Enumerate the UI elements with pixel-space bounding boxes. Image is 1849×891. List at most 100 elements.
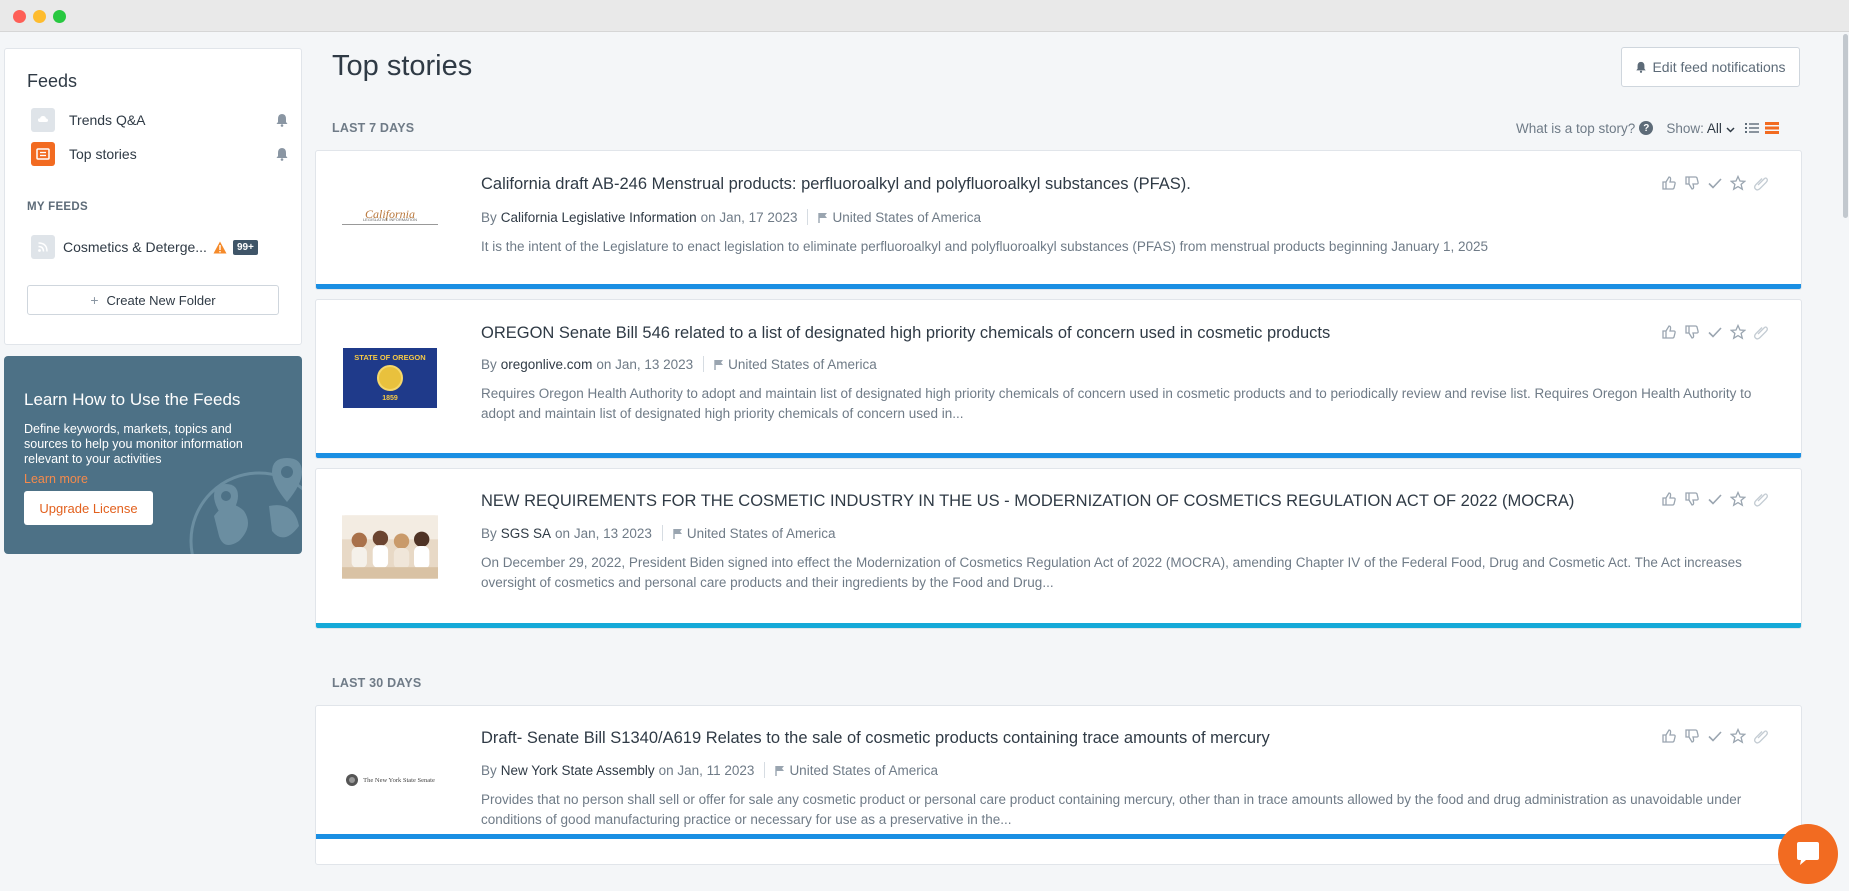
story-actions — [1661, 175, 1769, 191]
story-country: United States of America — [686, 525, 836, 541]
attach-icon[interactable] — [1753, 491, 1769, 507]
thumbs-up-icon[interactable] — [1661, 491, 1677, 507]
list-toolbar: What is a top story? ? Show: All — [1516, 119, 1779, 137]
plus-icon: + — [90, 292, 99, 308]
minimize-window-button[interactable] — [33, 10, 46, 23]
sidebar-item-label: Top stories — [69, 146, 137, 162]
cosmetics-photo-image — [342, 515, 438, 579]
star-icon[interactable] — [1730, 491, 1746, 507]
main-scrollbar[interactable] — [1843, 34, 1848, 218]
sidebar-item-trends-qa[interactable]: Trends Q&A — [31, 107, 289, 133]
expanded-list-view-icon[interactable] — [1764, 122, 1779, 134]
show-value: All — [1706, 120, 1722, 136]
attach-icon[interactable] — [1753, 324, 1769, 340]
story-accent-bar — [316, 834, 1801, 839]
flag-icon — [673, 528, 682, 539]
star-icon[interactable] — [1730, 728, 1746, 744]
story-meta: By New York State Assembly on Jan, 11 20… — [481, 762, 938, 778]
ny-senate-logo-text: The New York State Senate — [363, 776, 435, 784]
attach-icon[interactable] — [1753, 728, 1769, 744]
learn-more-link[interactable]: Learn more — [24, 472, 88, 486]
help-icon[interactable]: ? — [1639, 121, 1654, 135]
story-meta: By California Legislative Information on… — [481, 209, 981, 225]
story-card[interactable]: STATE OF OREGON 1859 OREGON Senate Bill … — [315, 299, 1802, 459]
thumbs-down-icon[interactable] — [1684, 491, 1700, 507]
star-icon[interactable] — [1730, 175, 1746, 191]
sidebar-item-cosmetics-detergents[interactable]: Cosmetics & Deterge... 99+ — [31, 234, 289, 260]
by-label: By — [481, 209, 497, 225]
promo-title: Learn How to Use the Feeds — [24, 390, 241, 409]
ny-senate-seal-icon — [346, 774, 359, 786]
story-source-link[interactable]: oregonlive.com — [501, 357, 593, 372]
chat-widget-button[interactable] — [1778, 824, 1838, 884]
story-title[interactable]: NEW REQUIREMENTS FOR THE COSMETIC INDUST… — [481, 492, 1574, 511]
thumbs-up-icon[interactable] — [1661, 175, 1677, 191]
attach-icon[interactable] — [1753, 175, 1769, 191]
thumbs-up-icon[interactable] — [1661, 324, 1677, 340]
story-card[interactable]: The New York State Senate Draft- Senate … — [315, 705, 1802, 865]
story-title[interactable]: California draft AB-246 Menstrual produc… — [481, 175, 1191, 194]
thumbs-down-icon[interactable] — [1684, 324, 1700, 340]
oregon-logo-text: STATE OF OREGON — [354, 353, 426, 362]
story-meta: By oregonlive.com on Jan, 13 2023 United… — [481, 356, 877, 372]
story-actions — [1661, 491, 1769, 507]
story-thumbnail: California LEGISLATIVE INFORMATION — [342, 201, 438, 229]
story-source-link[interactable]: SGS SA — [501, 526, 551, 541]
thumbs-down-icon[interactable] — [1684, 728, 1700, 744]
edit-feed-notifications-label: Edit feed notifications — [1652, 59, 1786, 75]
story-title[interactable]: OREGON Senate Bill 546 related to a list… — [481, 324, 1330, 343]
sidebar-item-top-stories[interactable]: Top stories — [31, 141, 289, 167]
close-window-button[interactable] — [13, 10, 26, 23]
star-icon[interactable] — [1730, 324, 1746, 340]
compact-list-view-icon[interactable] — [1744, 122, 1759, 134]
story-snippet: Provides that no person shall sell or of… — [481, 792, 1742, 827]
meta-divider — [661, 525, 663, 541]
story-accent-bar — [316, 623, 1801, 628]
story-date: on Jan, 13 2023 — [596, 356, 694, 372]
edit-feed-notifications-button[interactable]: Edit feed notifications — [1621, 47, 1800, 87]
story-date: on Jan, 11 2023 — [658, 762, 755, 778]
story-card[interactable]: NEW REQUIREMENTS FOR THE COSMETIC INDUST… — [315, 468, 1802, 629]
what-is-top-story-link[interactable]: What is a top story? — [1516, 121, 1635, 136]
story-source-link[interactable]: California Legislative Information — [501, 210, 697, 225]
story-date: on Jan, 13 2023 — [555, 525, 652, 541]
show-label: Show: — [1666, 120, 1704, 136]
check-icon[interactable] — [1707, 175, 1723, 191]
flag-icon — [818, 212, 828, 223]
oregon-logo-year: 1859 — [382, 395, 398, 402]
check-icon[interactable] — [1707, 728, 1723, 744]
check-icon[interactable] — [1707, 491, 1723, 507]
meta-divider — [764, 762, 766, 778]
story-country: United States of America — [728, 356, 877, 372]
story-meta: By SGS SA on Jan, 13 2023 United States … — [481, 525, 835, 541]
maximize-window-button[interactable] — [53, 10, 66, 23]
promo-description: Define keywords, markets, topics and sou… — [24, 422, 243, 466]
story-card[interactable]: California LEGISLATIVE INFORMATION Calif… — [315, 150, 1802, 290]
section-label-last-30-days: LAST 30 DAYS — [332, 676, 422, 690]
story-source-link[interactable]: New York State Assembly — [501, 763, 655, 778]
section-label-last-7-days: LAST 7 DAYS — [332, 121, 415, 135]
create-new-folder-button[interactable]: + Create New Folder — [27, 285, 279, 315]
top-stories-icon — [31, 142, 55, 166]
promo-card: Learn How to Use the Feeds Define keywor… — [4, 356, 302, 554]
flag-icon — [775, 765, 785, 776]
by-label: By — [481, 525, 497, 541]
my-feeds-heading: MY FEEDS — [27, 201, 88, 213]
story-title[interactable]: Draft- Senate Bill S1340/A619 Relates to… — [481, 729, 1270, 748]
feeds-sidebar: Feeds Trends Q&A Top stories MY FEEDS Co… — [4, 48, 302, 345]
bell-icon[interactable] — [275, 113, 289, 127]
sidebar-item-label: Trends Q&A — [69, 112, 146, 128]
unread-count-badge: 99+ — [232, 239, 258, 255]
create-new-folder-label: Create New Folder — [106, 292, 216, 308]
bell-icon[interactable] — [275, 147, 289, 161]
show-filter-dropdown[interactable]: Show: All — [1666, 120, 1735, 136]
thumbs-down-icon[interactable] — [1684, 175, 1700, 191]
story-thumbnail — [342, 514, 438, 580]
upgrade-license-button[interactable]: Upgrade License — [24, 491, 153, 525]
story-date: on Jan, 17 2023 — [700, 209, 798, 225]
story-thumbnail: STATE OF OREGON 1859 — [342, 348, 438, 408]
thumbs-up-icon[interactable] — [1661, 728, 1677, 744]
check-icon[interactable] — [1707, 324, 1723, 340]
by-label: By — [481, 356, 497, 372]
by-label: By — [481, 762, 497, 778]
